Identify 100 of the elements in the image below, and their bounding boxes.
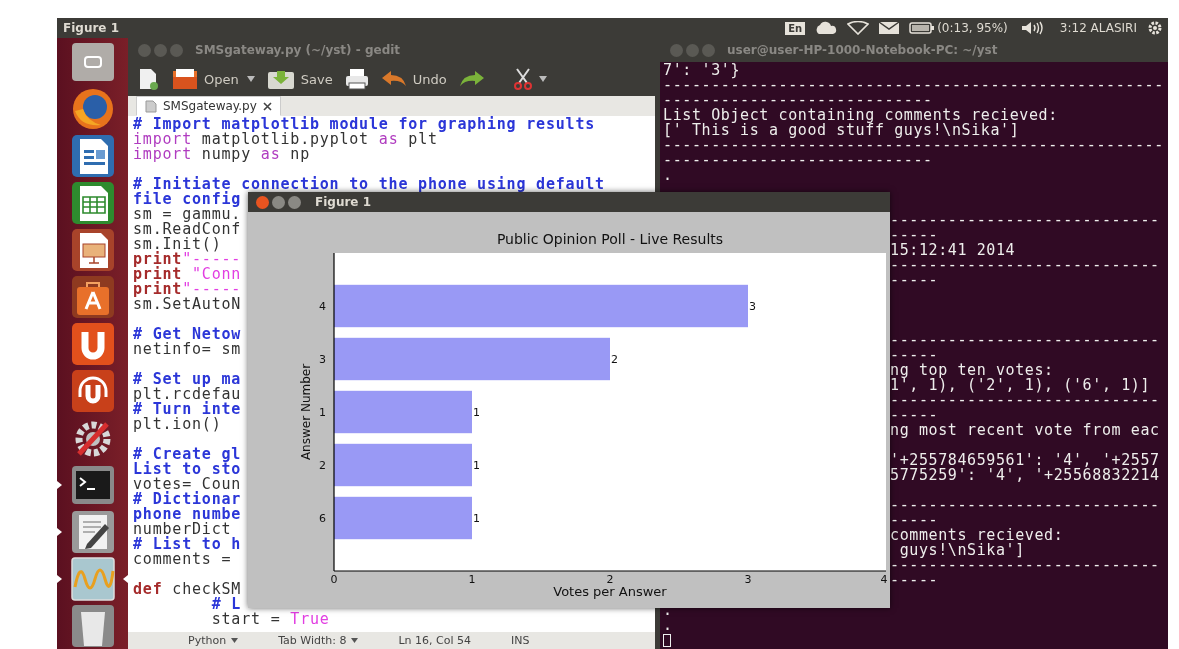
save-button[interactable]: Save — [264, 66, 335, 92]
code-line: # List to h — [133, 537, 242, 552]
terminal-line: ----- — [890, 511, 939, 529]
terminal-line: ng most recent vote from eac — [890, 421, 1160, 439]
keyboard-layout-indicator[interactable]: En — [785, 21, 806, 35]
mail-icon[interactable] — [878, 21, 901, 35]
code-line: import matplotlib.pyplot as plt — [133, 132, 438, 147]
code-line: # Create gl — [133, 447, 242, 462]
data-label: 1 — [473, 406, 480, 419]
code-line: sm = gammu. — [133, 207, 242, 222]
active-app-title: Figure 1 — [63, 21, 120, 35]
caret-icon[interactable] — [246, 76, 255, 82]
scissors-icon[interactable] — [512, 68, 533, 90]
battery-status[interactable]: (0:13, 95%) — [937, 21, 1008, 35]
window-title: SMSgateway.py (~/yst) - gedit — [195, 43, 401, 57]
terminal-line: ---------------------------- — [663, 151, 933, 169]
presentation-icon[interactable] — [70, 227, 115, 272]
y-tick-label: 1 — [319, 406, 326, 419]
code-line: sm.Init() — [133, 237, 222, 252]
terminal-icon[interactable] — [70, 464, 115, 505]
pencil-note-icon[interactable] — [70, 509, 115, 554]
wifi-icon[interactable] — [847, 21, 870, 35]
globe-fox-icon[interactable] — [70, 86, 115, 131]
caret-icon[interactable] — [538, 76, 547, 82]
shopping-bag-icon[interactable] — [70, 274, 115, 319]
battery-icon[interactable] — [909, 21, 936, 35]
data-label: 3 — [749, 300, 756, 313]
code-line: plt.rcdefau — [133, 387, 242, 402]
code-line: # Set up ma — [133, 372, 242, 387]
cursor-position: Ln 16, Col 54 — [398, 634, 471, 647]
x-tick-label: 4 — [880, 573, 888, 586]
dash-home-icon[interactable] — [70, 41, 115, 82]
trash-icon[interactable] — [70, 603, 115, 648]
code-line: netinfo= sm — [133, 342, 242, 357]
code-line: print "Conn — [133, 267, 242, 282]
code-line: List to sto — [133, 462, 242, 477]
insert-mode: INS — [511, 634, 530, 647]
open-button[interactable]: Open — [170, 66, 241, 92]
terminal-line: ---------------------------- — [890, 211, 1160, 229]
terminal-line: '+255784659561': '4', '+2557 — [890, 451, 1160, 469]
code-line: start = True — [210, 612, 330, 627]
code-line: import numpy as np — [133, 147, 310, 162]
code-line: sm.ReadConf — [133, 222, 242, 237]
terminal-line: . — [663, 601, 673, 619]
terminal-line: ---------------------------- — [890, 256, 1160, 274]
clock[interactable]: 3:12 ALASIRI — [1059, 21, 1137, 35]
y-axis-label: Answer Number — [299, 363, 313, 461]
terminal-line: ----- — [890, 226, 939, 244]
code-line: # Get Netow — [133, 327, 242, 342]
speaker-icon[interactable] — [1020, 21, 1045, 35]
file-tab[interactable]: SMSgateway.py — [136, 96, 281, 116]
gear-icon[interactable] — [1146, 20, 1164, 36]
spreadsheet-icon[interactable] — [70, 180, 115, 225]
terminal-line: comments recieved: — [890, 526, 1064, 544]
x-tick-label: 2 — [606, 573, 614, 586]
terminal-line: guys!\nSika'] — [898, 541, 1025, 559]
terminal-line: List Object containing comments recieved: — [663, 106, 1058, 124]
file-icon — [145, 99, 157, 113]
terminal-line: ----- — [890, 346, 939, 364]
undo-button[interactable]: Undo — [378, 68, 449, 90]
x-tick-label: 1 — [468, 573, 476, 586]
headphones-logo-icon[interactable] — [70, 368, 115, 413]
terminal-line: 5775259': '4', '+25568832214 — [890, 466, 1160, 484]
redo-arrow-icon[interactable] — [458, 70, 485, 88]
caret-icon — [231, 638, 239, 643]
code-line: print"----- — [133, 282, 242, 297]
code-line: # Initiate connection to the phone using default — [133, 177, 605, 192]
document-icon[interactable] — [70, 133, 115, 178]
terminal-line: ----- — [890, 271, 939, 289]
chart-title: Public Opinion Poll - Live Results — [496, 231, 724, 247]
terminal-line: ----- — [890, 571, 939, 589]
terminal-line: . — [663, 616, 673, 634]
y-tick-label: 2 — [319, 459, 326, 472]
code-line: def checkSM — [133, 582, 242, 597]
minimize-button[interactable] — [272, 195, 285, 209]
horseshoe-logo-icon[interactable] — [70, 321, 115, 366]
terminal-line: ---------------------------- — [663, 91, 933, 109]
terminal-line: ----- — [890, 406, 939, 424]
terminal-line: ---------------------------- — [890, 331, 1160, 349]
sine-wave-icon[interactable] — [70, 556, 115, 601]
y-tick-label: 4 — [319, 300, 326, 313]
code-line: plt.ion() — [133, 417, 222, 432]
code-line: votes= Coun — [133, 477, 242, 492]
tab-width-dropdown[interactable]: Tab Width: 8 — [278, 634, 359, 647]
cloud-icon[interactable] — [814, 21, 839, 35]
code-line: # L — [210, 597, 242, 612]
x-axis-label: Votes per Answer — [553, 584, 667, 599]
printer-icon[interactable] — [344, 68, 369, 90]
code-line: # Turn inte — [133, 402, 242, 417]
terminal-line: 7': '3'} — [663, 61, 741, 79]
language-dropdown[interactable]: Python — [188, 634, 239, 647]
data-label: 1 — [473, 459, 480, 472]
y-tick-label: 6 — [319, 512, 326, 525]
maximize-button[interactable] — [288, 195, 301, 209]
terminal-line: 15:12:41 2014 — [890, 241, 1016, 259]
code-line: print"----- — [133, 252, 242, 267]
close-icon[interactable] — [262, 101, 272, 111]
close-button[interactable] — [256, 195, 269, 209]
caret-icon — [351, 638, 359, 643]
code-line: sm.SetAutoN — [133, 297, 242, 312]
